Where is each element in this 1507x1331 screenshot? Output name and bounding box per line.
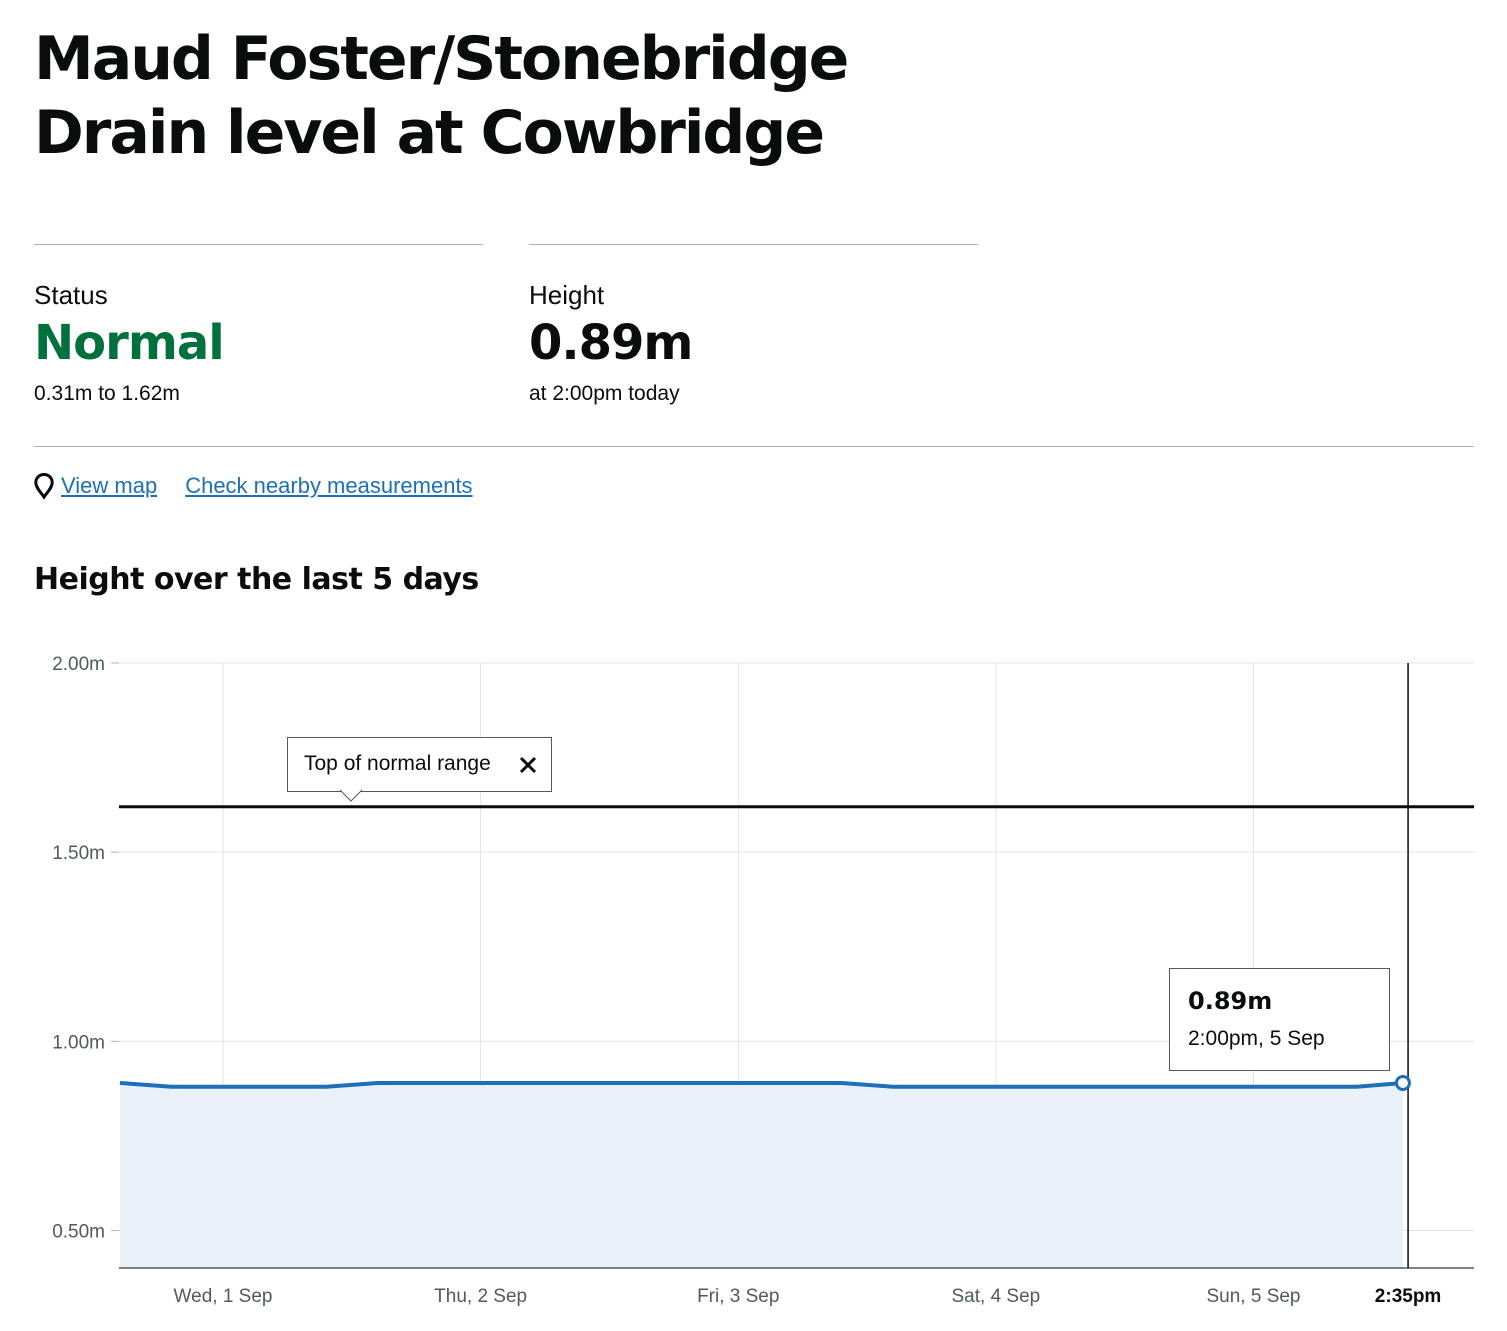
tooltip-time: 2:00pm, 5 Sep [1188,1027,1325,1050]
tooltip-pointer [339,788,363,802]
height-time: at 2:00pm today [529,382,680,405]
now-label: 2:35pm [1375,1286,1442,1307]
chart-heading: Height over the last 5 days [34,562,479,597]
check-nearby-link[interactable]: Check nearby measurements [185,473,472,499]
map-pin-icon [34,473,54,499]
y-tick-label: 0.50m [52,1222,105,1243]
height-divider [529,244,978,245]
latest-point-marker [1394,1074,1411,1091]
area-fill [119,1082,1403,1268]
threshold-label: Top of normal range [304,752,491,775]
y-tick-label: 1.50m [52,843,105,864]
status-range: 0.31m to 1.62m [34,382,180,405]
view-map-link[interactable]: View map [61,473,157,499]
page-title: Maud Foster/Stonebridge Drain level at C… [34,24,849,168]
height-value: 0.89m [529,315,693,371]
tooltip-value: 0.89m [1188,987,1273,1015]
threshold-tooltip: Top of normal range [287,737,552,802]
close-icon[interactable] [519,756,537,774]
x-tick-label: Fri, 3 Sep [697,1286,779,1307]
x-tick-label: Sat, 4 Sep [952,1286,1041,1307]
value-tooltip: 0.89m 2:00pm, 5 Sep [1169,968,1390,1071]
x-tick-label: Thu, 2 Sep [434,1286,527,1307]
x-tick-label: Wed, 1 Sep [174,1286,273,1307]
y-tick-label: 1.00m [52,1032,105,1053]
height-label: Height [529,280,605,310]
status-divider [34,244,483,245]
station-links: View map Check nearby measurements [34,470,473,502]
x-tick-label: Sun, 5 Sep [1206,1286,1300,1307]
status-label: Status [34,280,108,310]
section-divider [34,446,1474,447]
status-value: Normal [34,315,225,371]
y-tick-label: 2.00m [52,654,105,675]
